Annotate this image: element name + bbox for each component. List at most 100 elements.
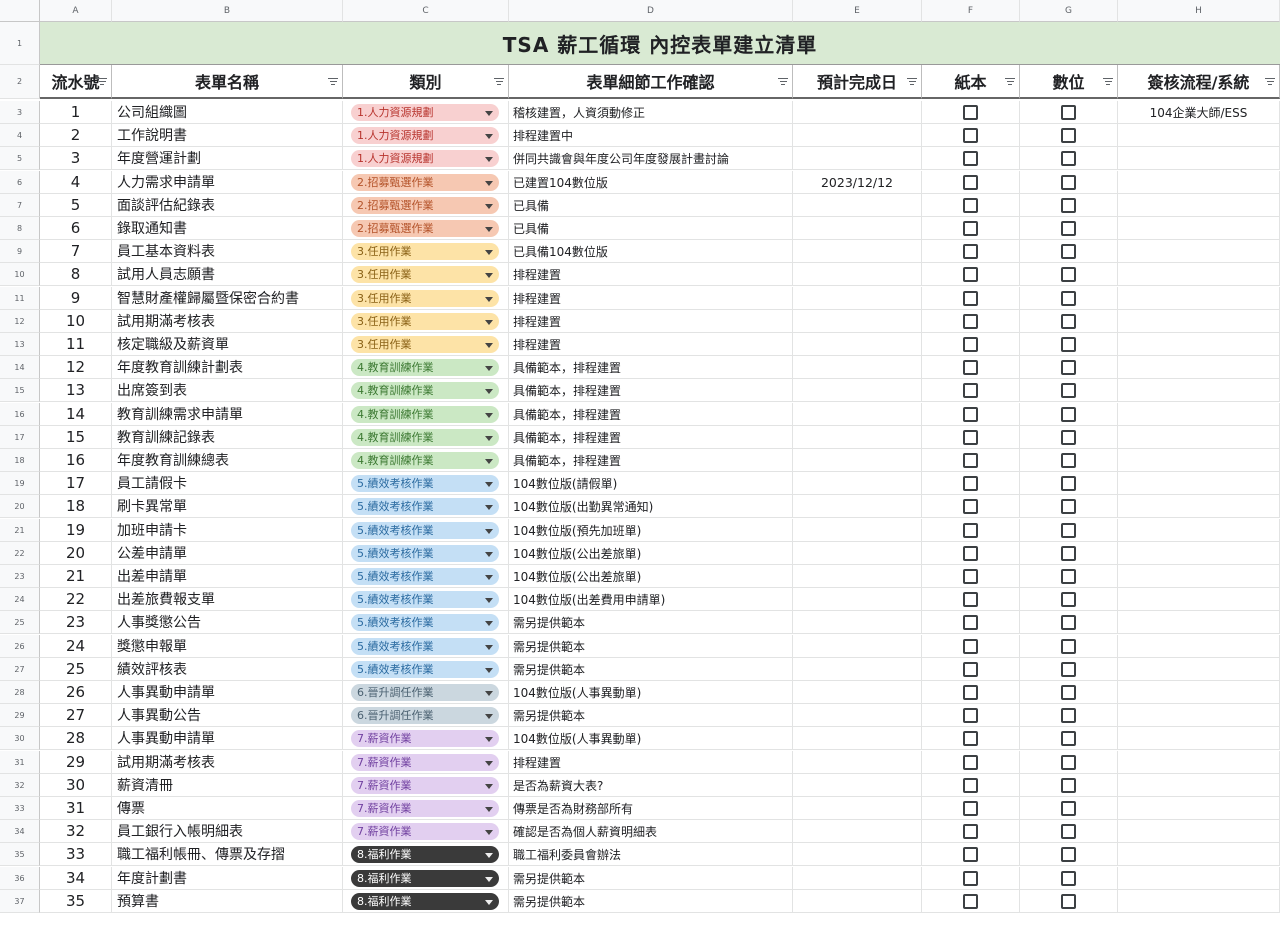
dropdown-arrow-icon[interactable]	[485, 133, 493, 139]
dropdown-arrow-icon[interactable]	[485, 551, 493, 557]
column-header[interactable]: D	[509, 0, 793, 22]
dropdown-arrow-icon[interactable]	[485, 110, 493, 116]
row-number[interactable]: 5	[0, 147, 40, 170]
row-number[interactable]: 21	[0, 519, 40, 542]
digital-checkbox[interactable]	[1061, 754, 1076, 770]
category-dropdown[interactable]: 4.教育訓練作業	[351, 381, 499, 399]
detail-cell[interactable]: 具備範本，排程建置	[509, 403, 793, 425]
digital-checkbox[interactable]	[1061, 846, 1076, 862]
row-number[interactable]: 34	[0, 820, 40, 843]
detail-cell[interactable]: 104數位版(人事異動單)	[509, 727, 793, 749]
category-cell[interactable]: 4.教育訓練作業	[343, 426, 509, 448]
row-number[interactable]: 26	[0, 635, 40, 658]
category-dropdown[interactable]: 5.績效考核作業	[351, 497, 499, 515]
approval-cell[interactable]	[1118, 867, 1280, 889]
row-number[interactable]: 16	[0, 403, 40, 426]
detail-cell[interactable]: 104數位版(公出差旅單)	[509, 565, 793, 587]
dropdown-arrow-icon[interactable]	[485, 713, 493, 719]
digital-checkbox[interactable]	[1061, 336, 1076, 352]
paper-checkbox[interactable]	[963, 707, 978, 723]
select-all-corner[interactable]	[0, 0, 40, 22]
row-number[interactable]: 25	[0, 611, 40, 634]
serial-cell[interactable]: 4	[40, 171, 112, 193]
approval-cell[interactable]	[1118, 217, 1280, 239]
paper-checkbox[interactable]	[963, 591, 978, 607]
serial-cell[interactable]: 12	[40, 356, 112, 378]
approval-cell[interactable]	[1118, 751, 1280, 773]
row-number[interactable]: 33	[0, 797, 40, 820]
form-name-cell[interactable]: 人事獎懲公告	[112, 611, 343, 633]
digital-checkbox[interactable]	[1061, 313, 1076, 329]
approval-cell[interactable]	[1118, 263, 1280, 285]
paper-checkbox[interactable]	[963, 127, 978, 143]
paper-checkbox[interactable]	[963, 220, 978, 236]
row-number[interactable]: 36	[0, 867, 40, 890]
header-form-name[interactable]: 表單名稱	[112, 65, 343, 99]
dropdown-arrow-icon[interactable]	[485, 388, 493, 394]
category-cell[interactable]: 2.招募甄選作業	[343, 217, 509, 239]
digital-checkbox[interactable]	[1061, 150, 1076, 166]
due-date-cell[interactable]	[793, 751, 922, 773]
category-dropdown[interactable]: 5.績效考核作業	[351, 474, 499, 492]
category-cell[interactable]: 2.招募甄選作業	[343, 194, 509, 216]
due-date-cell[interactable]	[793, 565, 922, 587]
category-dropdown[interactable]: 3.任用作業	[351, 265, 499, 283]
dropdown-arrow-icon[interactable]	[485, 412, 493, 418]
serial-cell[interactable]: 3	[40, 147, 112, 169]
form-name-cell[interactable]: 教育訓練記錄表	[112, 426, 343, 448]
approval-cell[interactable]: 104企業大師/ESS	[1118, 101, 1280, 123]
due-date-cell[interactable]	[793, 843, 922, 865]
header-paper[interactable]: 紙本	[922, 65, 1020, 99]
serial-cell[interactable]: 2	[40, 124, 112, 146]
due-date-cell[interactable]	[793, 101, 922, 123]
detail-cell[interactable]: 已建置104數位版	[509, 171, 793, 193]
row-number[interactable]: 3	[0, 101, 40, 124]
category-cell[interactable]: 7.薪資作業	[343, 727, 509, 749]
row-number[interactable]: 35	[0, 843, 40, 866]
dropdown-arrow-icon[interactable]	[485, 736, 493, 742]
form-name-cell[interactable]: 核定職級及薪資單	[112, 333, 343, 355]
approval-cell[interactable]	[1118, 426, 1280, 448]
category-dropdown[interactable]: 5.績效考核作業	[351, 590, 499, 608]
approval-cell[interactable]	[1118, 333, 1280, 355]
filter-icon[interactable]	[1005, 78, 1015, 86]
dropdown-arrow-icon[interactable]	[485, 203, 493, 209]
dropdown-arrow-icon[interactable]	[485, 876, 493, 882]
dropdown-arrow-icon[interactable]	[485, 272, 493, 278]
detail-cell[interactable]: 已具備	[509, 194, 793, 216]
approval-cell[interactable]	[1118, 356, 1280, 378]
form-name-cell[interactable]: 員工請假卡	[112, 472, 343, 494]
row-number[interactable]: 29	[0, 704, 40, 727]
approval-cell[interactable]	[1118, 890, 1280, 912]
digital-checkbox[interactable]	[1061, 429, 1076, 445]
digital-checkbox[interactable]	[1061, 522, 1076, 538]
row-number[interactable]: 24	[0, 588, 40, 611]
header-serial[interactable]: 流水號	[40, 65, 112, 99]
detail-cell[interactable]: 具備範本，排程建置	[509, 426, 793, 448]
category-cell[interactable]: 3.任用作業	[343, 263, 509, 285]
serial-cell[interactable]: 11	[40, 333, 112, 355]
digital-checkbox[interactable]	[1061, 730, 1076, 746]
digital-checkbox[interactable]	[1061, 614, 1076, 630]
approval-cell[interactable]	[1118, 704, 1280, 726]
detail-cell[interactable]: 具備範本，排程建置	[509, 356, 793, 378]
column-header[interactable]: G	[1020, 0, 1118, 22]
category-dropdown[interactable]: 4.教育訓練作業	[351, 405, 499, 423]
due-date-cell[interactable]	[793, 542, 922, 564]
column-header[interactable]: C	[343, 0, 509, 22]
category-cell[interactable]: 5.績效考核作業	[343, 588, 509, 610]
form-name-cell[interactable]: 職工福利帳冊、傳票及存摺	[112, 843, 343, 865]
approval-cell[interactable]	[1118, 124, 1280, 146]
digital-checkbox[interactable]	[1061, 127, 1076, 143]
filter-icon[interactable]	[494, 78, 504, 86]
serial-cell[interactable]: 30	[40, 774, 112, 796]
dropdown-arrow-icon[interactable]	[485, 156, 493, 162]
paper-checkbox[interactable]	[963, 777, 978, 793]
category-dropdown[interactable]: 8.福利作業	[351, 845, 499, 863]
digital-checkbox[interactable]	[1061, 591, 1076, 607]
due-date-cell[interactable]	[793, 495, 922, 517]
approval-cell[interactable]	[1118, 240, 1280, 262]
form-name-cell[interactable]: 傳票	[112, 797, 343, 819]
serial-cell[interactable]: 10	[40, 310, 112, 332]
paper-checkbox[interactable]	[963, 266, 978, 282]
